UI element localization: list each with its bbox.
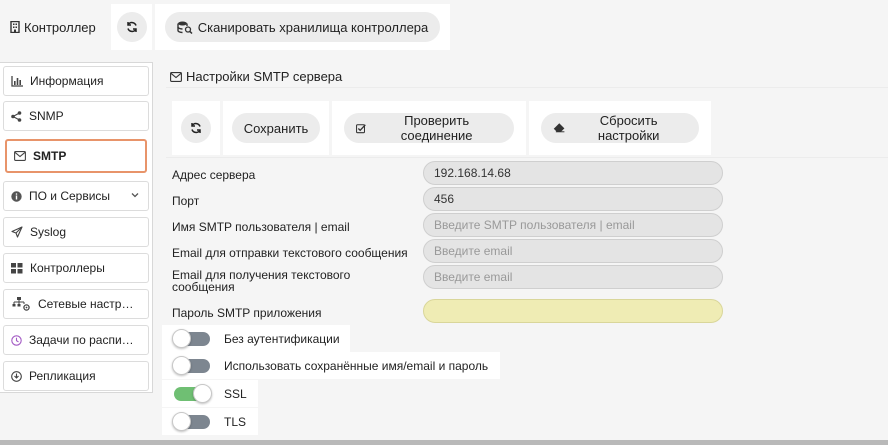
port-field[interactable] xyxy=(423,187,723,211)
action-toolbar: Сохранить Проверить соединение Сбросить … xyxy=(172,101,711,157)
sidebar-item-label: Сетевые настр… xyxy=(38,297,134,311)
envelope-icon xyxy=(14,151,26,161)
sidebar-item-label: Контроллеры xyxy=(30,261,105,275)
database-search-icon xyxy=(177,21,193,34)
scan-storage-button[interactable]: Сканировать хранилища контроллера xyxy=(164,12,441,42)
reload-button[interactable] xyxy=(181,113,211,143)
no-auth-switch[interactable] xyxy=(172,328,210,348)
server-address-field[interactable] xyxy=(423,161,723,185)
page-title-label: Настройки SMTP сервера xyxy=(186,69,343,84)
reset-settings-button[interactable]: Сбросить настройки xyxy=(541,113,699,143)
recipient-email-label-line2: сообщения xyxy=(172,280,235,294)
sidebar-item-label: SNMP xyxy=(29,109,64,123)
saved-creds-switch[interactable] xyxy=(172,355,210,375)
sidebar-item-network-settings[interactable]: Сетевые настр… xyxy=(3,289,149,319)
reload-card xyxy=(172,101,220,155)
sidebar-item-label: ПО и Сервисы xyxy=(29,189,111,203)
bottom-border xyxy=(0,440,888,445)
scan-storage-label: Сканировать хранилища контроллера xyxy=(197,19,429,35)
app-password-field[interactable] xyxy=(423,299,723,323)
tls-label: TLS xyxy=(224,414,247,429)
save-label: Сохранить xyxy=(243,120,309,136)
saved-creds-toggle-row: Использовать сохранённые имя/email и пар… xyxy=(162,352,500,379)
sidebar: Информация SNMP SMTP ПО и Сервисы Syslog xyxy=(0,62,153,393)
check-card: Проверить соединение xyxy=(332,101,526,155)
sidebar-item-label: Информация xyxy=(30,74,104,88)
refresh-icon xyxy=(126,21,137,33)
eraser-icon xyxy=(553,123,565,133)
chevron-down-icon xyxy=(131,193,139,198)
check-connection-button[interactable]: Проверить соединение xyxy=(344,113,514,143)
tls-toggle-row: TLS xyxy=(162,408,258,435)
sidebar-item-label: Syslog xyxy=(30,225,67,239)
controller-title: Контроллер xyxy=(0,4,106,50)
recipient-email-field[interactable] xyxy=(423,265,723,289)
page-title: Настройки SMTP сервера xyxy=(166,66,888,88)
ssl-switch[interactable] xyxy=(174,383,212,403)
port-label: Порт xyxy=(172,194,200,208)
no-auth-label: Без аутентификации xyxy=(224,331,340,346)
building-icon xyxy=(10,21,20,33)
refresh-card xyxy=(111,4,152,50)
check-connection-label: Проверить соединение xyxy=(400,113,473,143)
smtp-user-field[interactable] xyxy=(423,213,723,237)
sidebar-item-controllers[interactable]: Контроллеры xyxy=(3,253,149,283)
top-toolbar: Контроллер Сканировать хранилища контрол… xyxy=(0,0,888,56)
refresh-icon xyxy=(191,122,201,134)
share-icon xyxy=(11,110,22,122)
sidebar-item-syslog[interactable]: Syslog xyxy=(3,217,149,247)
chart-icon xyxy=(11,75,23,87)
grid-icon xyxy=(11,262,23,273)
controller-title-label: Контроллер xyxy=(24,19,96,35)
reset-card: Сбросить настройки xyxy=(529,101,711,155)
switch-knob xyxy=(172,355,191,375)
sender-email-label: Email для отправки текстового сообщения xyxy=(172,246,408,260)
save-button[interactable]: Сохранить xyxy=(231,113,321,143)
sidebar-item-software-services[interactable]: ПО и Сервисы xyxy=(3,181,149,211)
send-icon xyxy=(11,226,23,238)
sidebar-item-smtp[interactable]: SMTP xyxy=(5,139,147,173)
sidebar-item-scheduled-tasks[interactable]: Задачи по распи… xyxy=(3,325,149,355)
smtp-user-label: Имя SMTP пользователя | email xyxy=(172,220,350,234)
saved-creds-label: Использовать сохранённые имя/email и пар… xyxy=(224,358,489,373)
refresh-button[interactable] xyxy=(116,12,147,42)
tls-switch[interactable] xyxy=(172,411,210,431)
switch-knob xyxy=(193,383,212,403)
sidebar-item-replication[interactable]: Репликация xyxy=(3,361,149,391)
ssl-label: SSL xyxy=(224,386,247,401)
scan-card: Сканировать хранилища контроллера xyxy=(155,4,450,50)
no-auth-toggle-row: Без аутентификации xyxy=(162,325,350,352)
reset-settings-label: Сбросить настройки xyxy=(597,113,660,143)
app-password-label: Пароль SMTP приложения xyxy=(172,306,322,320)
switch-knob xyxy=(172,411,191,431)
sender-email-field[interactable] xyxy=(423,239,723,263)
ssl-toggle-row: SSL xyxy=(162,380,258,407)
sidebar-item-label: SMTP xyxy=(33,149,67,163)
info-icon xyxy=(11,190,22,202)
save-card: Сохранить xyxy=(223,101,329,155)
clock-icon xyxy=(11,334,22,346)
sidebar-item-info[interactable]: Информация xyxy=(3,66,149,96)
sidebar-item-label: Репликация xyxy=(29,369,96,383)
server-address-label: Адрес сервера xyxy=(172,168,256,182)
replication-icon xyxy=(11,370,22,382)
sidebar-item-label: Задачи по распи… xyxy=(29,333,134,347)
envelope-icon xyxy=(170,71,182,82)
switch-knob xyxy=(172,328,191,348)
sidebar-item-snmp[interactable]: SNMP xyxy=(3,101,149,131)
network-icon xyxy=(12,297,30,311)
checkbox-icon xyxy=(356,123,366,133)
